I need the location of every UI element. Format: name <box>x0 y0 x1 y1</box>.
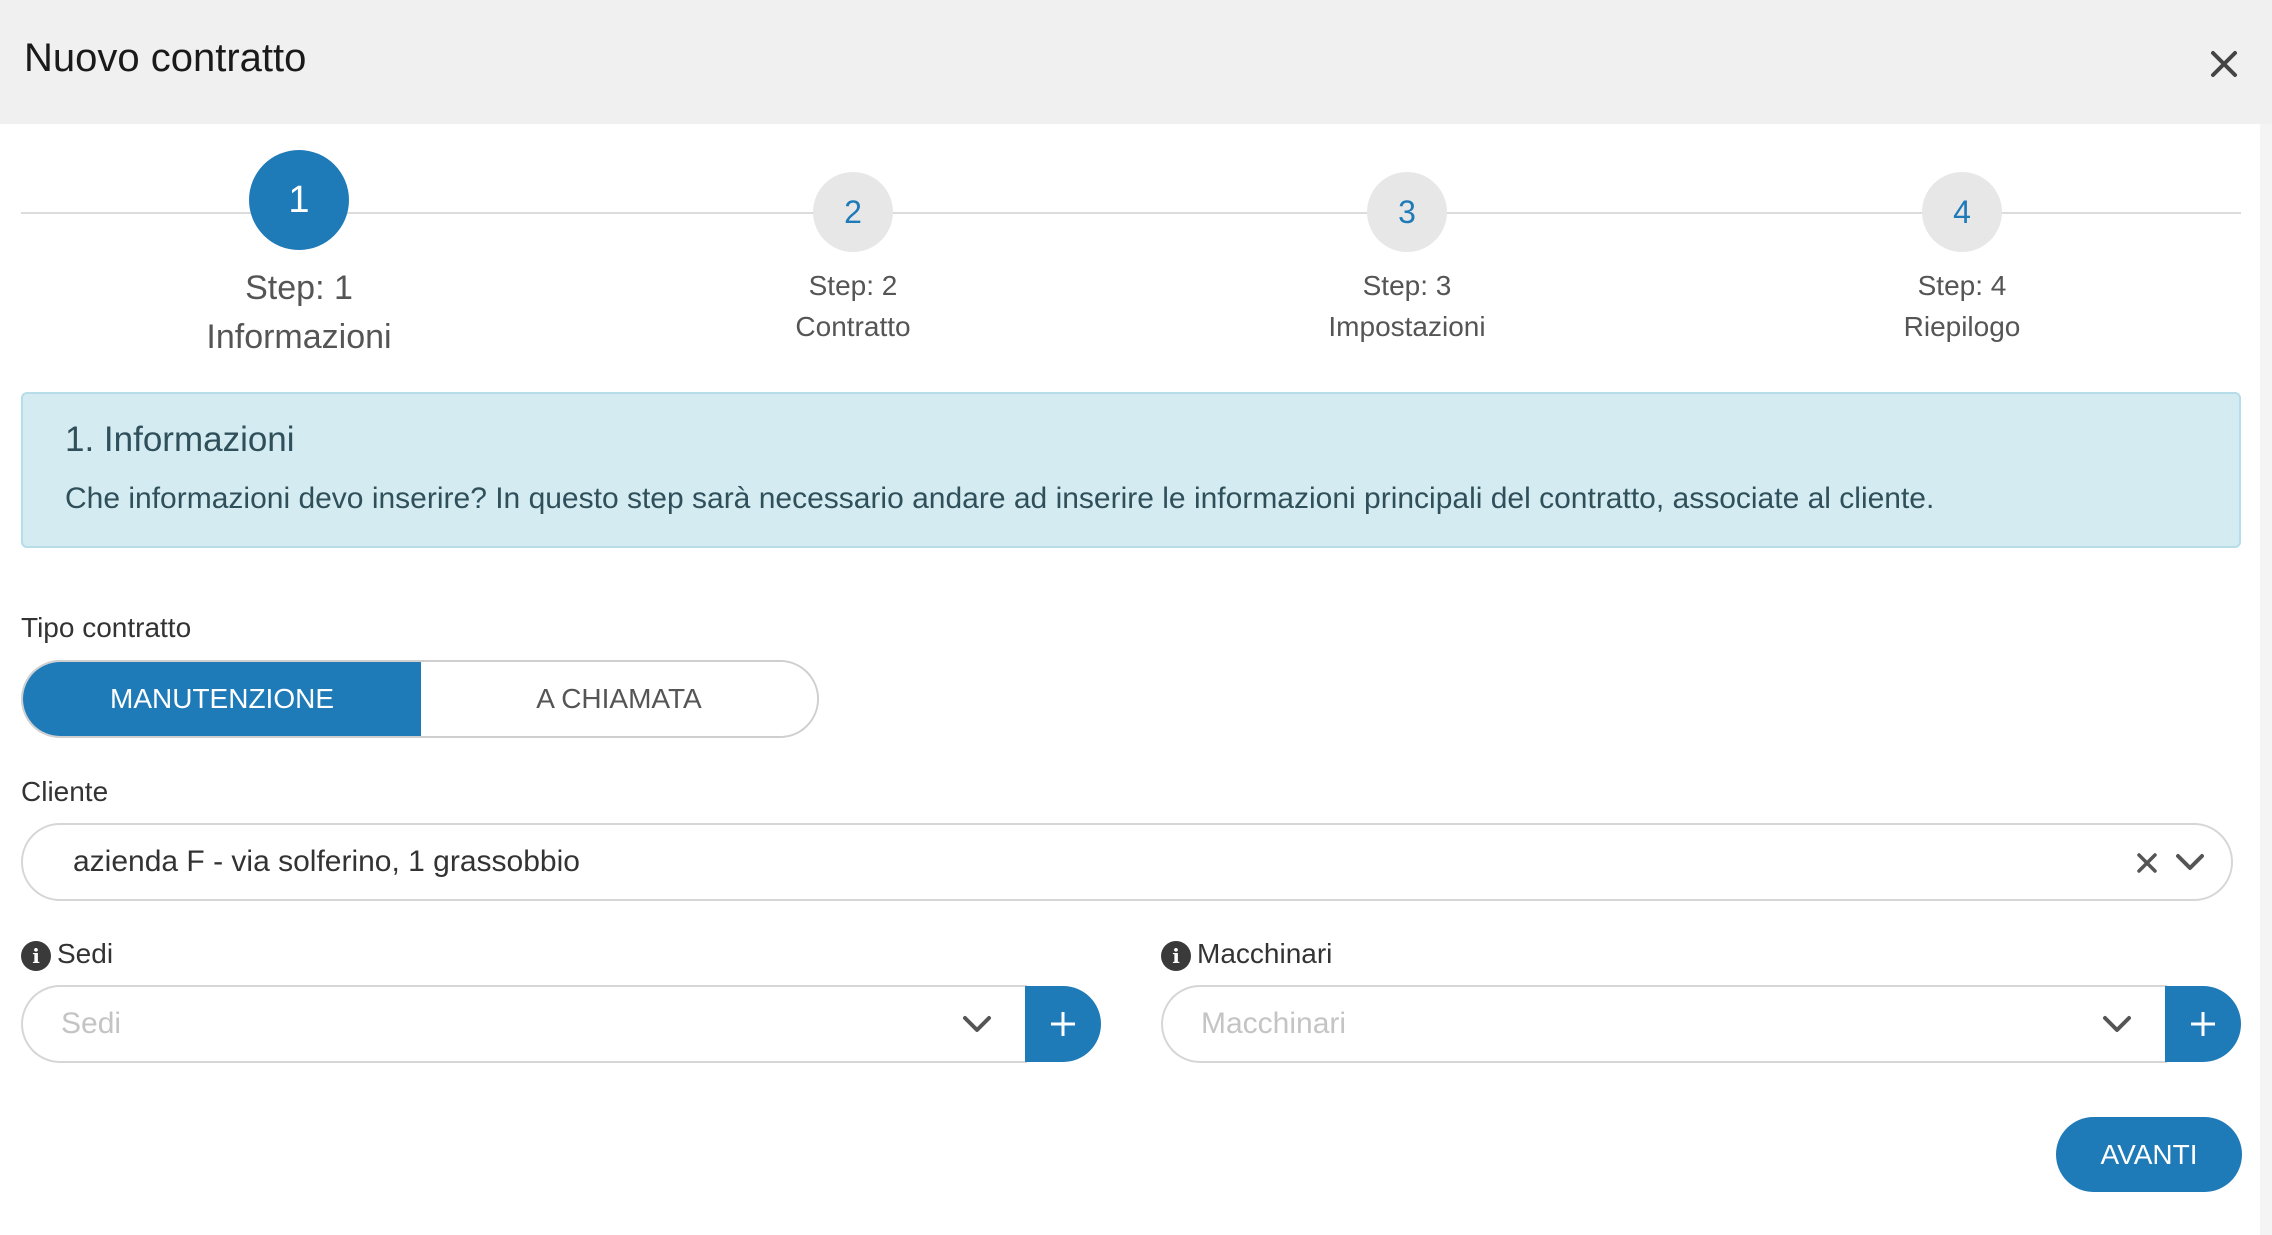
sedi-placeholder: Sedi <box>61 1007 122 1040</box>
info-icon[interactable]: i <box>1161 940 1191 971</box>
step-1-name: Informazioni <box>206 318 392 357</box>
step-1-circle: 1 <box>249 150 349 250</box>
step-1[interactable]: 1 Step: 1 Informazioni <box>199 150 399 363</box>
tipo-contratto-toggle: MANUTENZIONE A CHIAMATA <box>21 660 819 738</box>
step-1-number-label: Step: 1 <box>245 269 353 307</box>
chevron-down-icon[interactable] <box>960 1009 994 1039</box>
step-3-number-label: Step: 3 <box>1362 270 1452 301</box>
dialog-title: Nuovo contratto <box>24 36 307 80</box>
info-alert-text: Che informazioni devo inserire? In quest… <box>65 482 1935 515</box>
sedi-label: i Sedi <box>21 938 113 971</box>
step-4-label: Step: 4 Riepilogo <box>1862 266 2062 347</box>
option-manutenzione[interactable]: MANUTENZIONE <box>23 662 421 736</box>
sedi-select[interactable]: Sedi <box>21 985 1027 1063</box>
info-icon[interactable]: i <box>21 940 51 971</box>
chevron-down-icon[interactable] <box>2173 847 2207 877</box>
cliente-value: azienda F - via solferino, 1 grassobbio <box>73 845 580 878</box>
macchinari-label-text: Macchinari <box>1197 938 1333 969</box>
step-4-name: Riepilogo <box>1903 310 2021 342</box>
clear-icon[interactable] <box>2133 849 2161 877</box>
stepper: 1 Step: 1 Informazioni 2 Step: 2 Contrat… <box>0 124 2272 384</box>
step-2[interactable]: 2 Step: 2 Contratto <box>753 172 953 347</box>
step-2-circle: 2 <box>813 172 893 252</box>
info-alert: 1. Informazioni Che informazioni devo in… <box>21 392 2241 548</box>
add-sede-button[interactable] <box>1025 986 1101 1062</box>
plus-icon <box>2191 1012 2215 1036</box>
step-2-number-label: Step: 2 <box>808 270 898 301</box>
step-1-label: Step: 1 Informazioni <box>199 264 399 363</box>
step-2-label: Step: 2 Contratto <box>753 266 953 347</box>
step-4[interactable]: 4 Step: 4 Riepilogo <box>1862 172 2062 347</box>
step-3[interactable]: 3 Step: 3 Impostazioni <box>1307 172 1507 347</box>
chevron-down-icon[interactable] <box>2100 1009 2134 1039</box>
option-a-chiamata[interactable]: A CHIAMATA <box>421 662 817 736</box>
cliente-label: Cliente <box>21 776 109 807</box>
macchinari-label: i Macchinari <box>1161 938 1332 971</box>
tipo-contratto-label: Tipo contratto <box>21 612 192 643</box>
step-3-circle: 3 <box>1367 172 1447 252</box>
step-4-number-label: Step: 4 <box>1917 270 2007 301</box>
step-2-name: Contratto <box>795 310 911 342</box>
step-3-name: Impostazioni <box>1328 310 1486 342</box>
cliente-select[interactable]: azienda F - via solferino, 1 grassobbio <box>21 823 2233 901</box>
step-4-circle: 4 <box>1922 172 2002 252</box>
info-alert-heading: 1. Informazioni <box>65 420 295 459</box>
next-button[interactable]: AVANTI <box>2056 1117 2242 1192</box>
step-3-label: Step: 3 Impostazioni <box>1307 266 1507 347</box>
dialog-header: Nuovo contratto <box>0 0 2272 124</box>
macchinari-select[interactable]: Macchinari <box>1161 985 2167 1063</box>
add-macchinario-button[interactable] <box>2165 986 2241 1062</box>
plus-icon <box>1051 1012 1075 1036</box>
macchinari-placeholder: Macchinari <box>1201 1007 1347 1040</box>
close-icon[interactable] <box>2206 46 2242 82</box>
sedi-label-text: Sedi <box>57 938 114 969</box>
